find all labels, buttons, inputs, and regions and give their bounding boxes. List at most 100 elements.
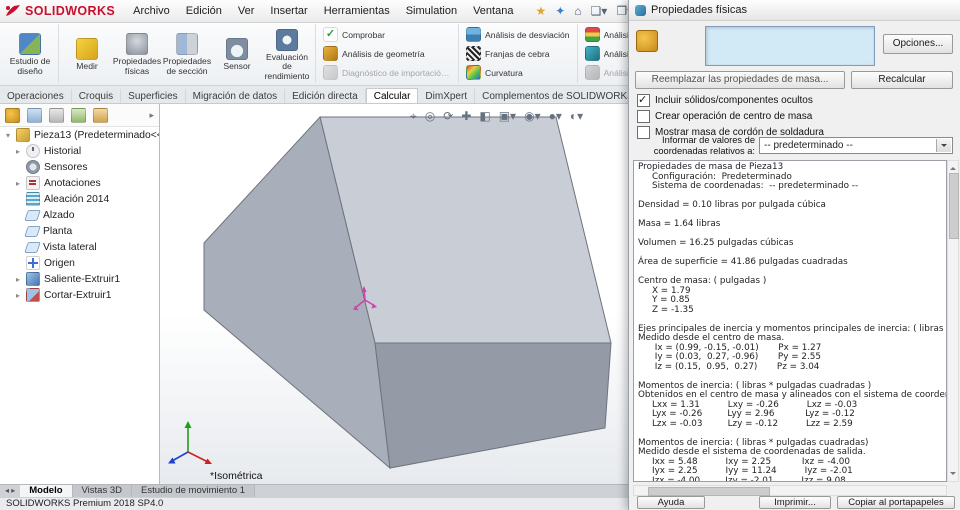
design-study-button[interactable]: Estudio de diseño: [5, 30, 55, 76]
menu-ventana[interactable]: Ventana: [465, 0, 521, 22]
tree-item-planta[interactable]: Planta: [0, 223, 159, 239]
menu-edicion[interactable]: Edición: [178, 0, 230, 22]
home-icon[interactable]: ⌂: [570, 1, 585, 21]
checkbox-include-hidden[interactable]: Incluir sólidos/componentes ocultos: [637, 93, 813, 107]
measure-button[interactable]: Medir: [62, 35, 112, 72]
pin-icon[interactable]: ✦: [551, 1, 569, 21]
scene-icon[interactable]: ◐▾: [570, 108, 583, 124]
performance-evaluation-button[interactable]: Evaluación de rendimiento: [262, 26, 312, 82]
tree-item-sensores[interactable]: Sensores: [0, 159, 159, 175]
checkbox-create-com-feature[interactable]: Crear operación de centro de masa: [637, 110, 812, 123]
measure-icon: [76, 38, 98, 61]
collapse-icon[interactable]: [4, 131, 12, 140]
import-diagnostics-icon: [323, 65, 338, 80]
section-properties-button[interactable]: Propiedades de sección: [162, 30, 212, 76]
tree-item-origen[interactable]: Origen: [0, 255, 159, 271]
parting-line-analysis-icon: [584, 65, 600, 80]
results-text: Propiedades de masa de Pieza13 Configura…: [638, 162, 946, 482]
tab-dimxpert[interactable]: DimXpert: [418, 89, 476, 103]
tab-estudio-movimiento[interactable]: Estudio de movimiento 1: [132, 485, 256, 497]
expand-icon[interactable]: [14, 179, 22, 188]
feature-tree-tab-icon[interactable]: [27, 107, 42, 123]
scrollbar-thumb[interactable]: [648, 487, 770, 496]
recalculate-button[interactable]: Recalcular: [851, 71, 953, 89]
zebra-stripes-icon: [466, 46, 481, 61]
tree-item-vista-lateral[interactable]: Vista lateral: [0, 239, 159, 255]
menu-insertar[interactable]: Insertar: [262, 0, 315, 22]
panel-titlebar[interactable]: Propiedades físicas: [629, 0, 960, 21]
tab-croquis[interactable]: Croquis: [72, 89, 122, 103]
copy-to-clipboard-button[interactable]: Copiar al portapapeles: [837, 496, 955, 509]
results-vertical-scrollbar[interactable]: [947, 160, 959, 482]
zoom-area-icon[interactable]: ◎: [425, 108, 435, 124]
expand-icon[interactable]: [14, 275, 22, 284]
scrollbar-thumb[interactable]: [949, 173, 959, 239]
check-icon: [323, 27, 338, 42]
expand-icon[interactable]: [14, 291, 22, 300]
scroll-down-icon[interactable]: [950, 472, 956, 478]
tab-edicion-directa[interactable]: Edición directa: [285, 89, 366, 103]
section-view-icon[interactable]: ◧: [479, 108, 490, 124]
zoom-fit-icon[interactable]: ⌖: [410, 108, 417, 124]
menu-ver[interactable]: Ver: [230, 0, 263, 22]
tab-vistas-3d[interactable]: Vistas 3D: [72, 485, 132, 497]
check-button[interactable]: Comprobar: [323, 27, 451, 42]
checkbox-icon[interactable]: [637, 110, 650, 123]
curvature-button[interactable]: Curvatura: [466, 65, 570, 80]
tab-complementos[interactable]: Complementos de SOLIDWORKS: [475, 89, 628, 103]
options-button[interactable]: Opciones...: [883, 34, 953, 54]
feature-manager-tree: ▸ Pieza13 (Predeterminado<<Predeterm His…: [0, 104, 160, 484]
property-manager-tab-icon[interactable]: [5, 107, 20, 123]
star-icon[interactable]: ★: [531, 1, 550, 21]
view-orientation-icon[interactable]: ▣▾: [499, 108, 516, 124]
section-properties-icon: [176, 33, 198, 56]
tab-modelo[interactable]: Modelo: [20, 485, 73, 497]
selection-listbox[interactable]: [705, 26, 875, 66]
zebra-stripes-button[interactable]: Franjas de cebra: [466, 46, 570, 61]
tab-calcular[interactable]: Calcular: [365, 88, 419, 103]
results-horizontal-scrollbar[interactable]: [633, 485, 947, 496]
rotate-view-icon[interactable]: ⟳: [443, 108, 453, 124]
scroll-up-icon[interactable]: [950, 164, 956, 170]
tree-item-anotaciones[interactable]: Anotaciones: [0, 175, 159, 191]
menu-simulation[interactable]: Simulation: [398, 0, 465, 22]
tab-migracion-de-datos[interactable]: Migración de datos: [186, 89, 286, 103]
tree-item-material[interactable]: Aleación 2014: [0, 191, 159, 207]
tree-item-historial[interactable]: Historial: [0, 143, 159, 159]
undercut-analysis-button[interactable]: Análisis de cortes sesgados: [584, 46, 628, 61]
checkbox-icon[interactable]: [637, 93, 650, 107]
tab-scroll-arrows-icon[interactable]: ◂ ▸: [0, 485, 20, 497]
edit-appearance-icon[interactable]: ●▾: [549, 108, 562, 124]
draft-analysis-button[interactable]: Análisis de ángulo de salida: [584, 27, 628, 42]
pan-icon[interactable]: ✚: [461, 108, 471, 124]
override-mass-properties-button[interactable]: Reemplazar las propiedades de masa...: [635, 71, 845, 89]
sensor-button[interactable]: Sensor: [212, 35, 262, 72]
coordinate-system-dropdown[interactable]: -- predeterminado --: [759, 137, 953, 154]
part-3d-model[interactable]: [160, 104, 628, 484]
part-icon: [16, 128, 30, 142]
tree-root-part[interactable]: Pieza13 (Predeterminado<<Predeterm: [0, 127, 159, 143]
tab-superficies[interactable]: Superficies: [121, 89, 186, 103]
tree-item-saliente-extruir1[interactable]: Saliente-Extruir1: [0, 271, 159, 287]
tree-item-alzado[interactable]: Alzado: [0, 207, 159, 223]
panel-title-icon: [635, 4, 646, 16]
expand-icon[interactable]: [14, 147, 22, 156]
display-style-icon[interactable]: ◉▾: [524, 108, 541, 124]
tree-item-cortar-extruir1[interactable]: Cortar-Extruir1: [0, 287, 159, 303]
new-document-icon[interactable]: ❏▾: [587, 1, 612, 21]
tree-flyout-chevron-icon[interactable]: ▸: [149, 110, 154, 121]
tab-operaciones[interactable]: Operaciones: [0, 89, 72, 103]
menu-herramientas[interactable]: Herramientas: [316, 0, 398, 22]
configuration-manager-tab-icon[interactable]: [49, 107, 64, 123]
print-button[interactable]: Imprimir...: [759, 496, 831, 509]
menu-archivo[interactable]: Archivo: [125, 0, 178, 22]
mass-properties-results[interactable]: Propiedades de masa de Pieza13 Configura…: [633, 160, 947, 482]
help-button[interactable]: Ayuda: [637, 496, 705, 509]
mass-properties-button[interactable]: Propiedades físicas: [112, 30, 162, 76]
geometry-analysis-button[interactable]: Análisis de geometría: [323, 46, 451, 61]
chevron-down-icon[interactable]: [936, 139, 951, 152]
graphics-viewport[interactable]: ⌖ ◎ ⟳ ✚ ◧ ▣▾ ◉▾ ●▾ ◐▾ *Isométrica: [160, 104, 628, 484]
dimxpert-manager-tab-icon[interactable]: [71, 107, 86, 123]
display-manager-tab-icon[interactable]: [93, 107, 108, 123]
deviation-analysis-button[interactable]: Análisis de desviación: [466, 27, 570, 42]
